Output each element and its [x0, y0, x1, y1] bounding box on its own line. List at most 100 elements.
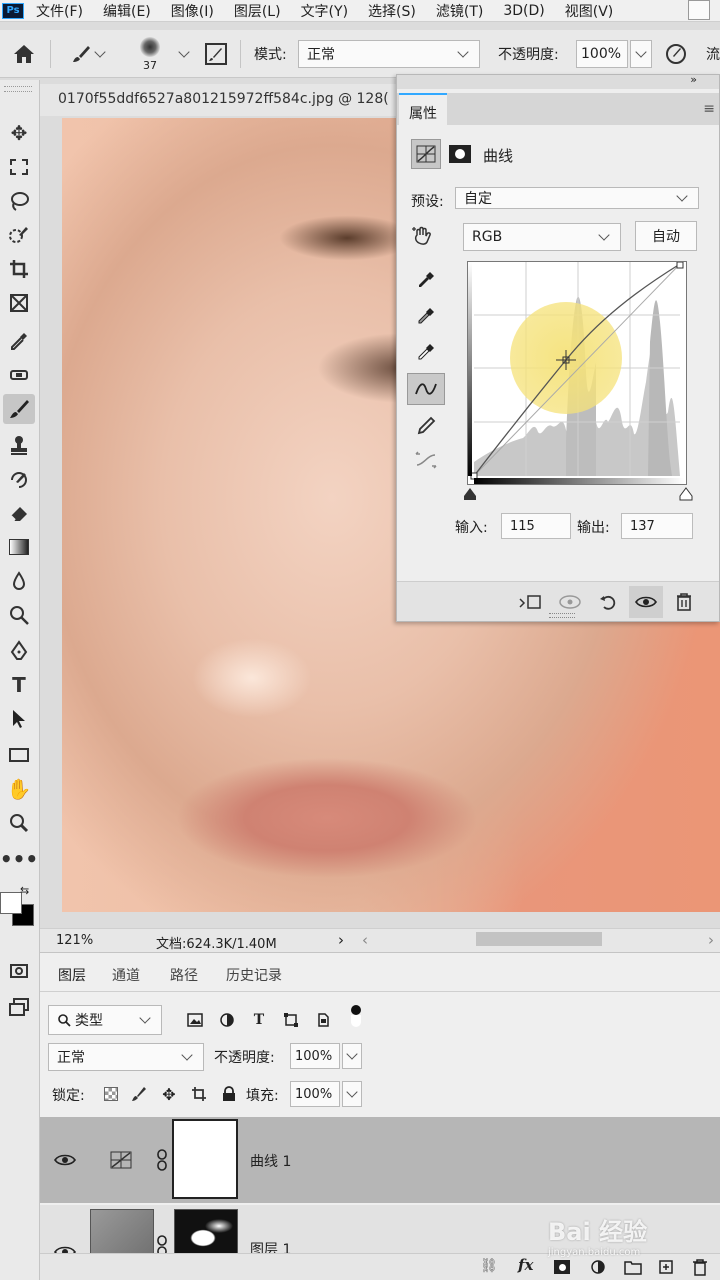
- on-image-adjust-button[interactable]: [409, 221, 439, 251]
- horizontal-scrollbar-thumb[interactable]: [476, 932, 602, 946]
- zoom-tool[interactable]: [3, 808, 35, 838]
- blend-mode-dropdown[interactable]: 正常: [48, 1043, 204, 1071]
- dodge-tool[interactable]: [3, 600, 35, 630]
- curves-graph[interactable]: [467, 261, 687, 485]
- window-control-button[interactable]: [688, 0, 710, 20]
- filter-smart-object-button[interactable]: [308, 1005, 338, 1035]
- panel-resize-grip[interactable]: [549, 613, 575, 618]
- quick-selection-tool[interactable]: [3, 220, 35, 250]
- blur-tool[interactable]: [3, 566, 35, 596]
- type-tool[interactable]: T: [3, 670, 35, 700]
- channel-dropdown[interactable]: RGB: [463, 223, 621, 251]
- filter-adjustment-button[interactable]: [212, 1005, 242, 1035]
- toggle-visibility-button[interactable]: [629, 586, 663, 618]
- swap-colors-icon[interactable]: ⇆: [20, 884, 29, 897]
- draw-curve-button[interactable]: [411, 411, 441, 441]
- edit-points-button[interactable]: [407, 373, 445, 405]
- filter-pixel-button[interactable]: [180, 1005, 210, 1035]
- black-point-eyedropper[interactable]: [411, 265, 441, 295]
- lock-position-button[interactable]: ✥: [154, 1079, 184, 1109]
- menu-layer[interactable]: 图层(L): [234, 1, 281, 21]
- eye-icon[interactable]: [54, 1153, 76, 1167]
- chain-link-icon[interactable]: [156, 1149, 168, 1171]
- menu-edit[interactable]: 编辑(E): [103, 1, 151, 21]
- output-field[interactable]: 137: [621, 513, 693, 539]
- fx-icon[interactable]: fx: [518, 1256, 533, 1274]
- auto-button[interactable]: 自动: [635, 221, 697, 251]
- mask-settings-button[interactable]: [445, 139, 475, 169]
- lock-transparent-button[interactable]: [96, 1079, 126, 1109]
- status-menu-arrow-icon[interactable]: ›: [338, 931, 344, 949]
- layer-opacity-slider-toggle[interactable]: [342, 1043, 362, 1069]
- panel-header[interactable]: »: [397, 73, 719, 89]
- brush-size-picker[interactable]: 37: [140, 30, 160, 78]
- white-point-handle[interactable]: [676, 262, 684, 269]
- crop-tool[interactable]: [3, 254, 35, 284]
- quick-mask-button[interactable]: [3, 956, 35, 986]
- smooth-curve-button[interactable]: [411, 445, 441, 475]
- tab-layers[interactable]: 图层: [48, 961, 96, 989]
- scroll-left-icon[interactable]: ‹: [362, 931, 368, 949]
- panel-menu-icon[interactable]: ≡: [703, 101, 715, 117]
- home-button[interactable]: [12, 30, 36, 78]
- menu-view[interactable]: 视图(V): [565, 1, 614, 21]
- link-layers-icon[interactable]: ⛓: [480, 1258, 498, 1274]
- menu-file[interactable]: 文件(F): [36, 1, 83, 21]
- hand-tool[interactable]: ✋: [3, 774, 35, 804]
- layer-row-curves[interactable]: 曲线 1: [40, 1117, 720, 1203]
- white-input-slider[interactable]: [679, 487, 693, 501]
- menu-image[interactable]: 图像(I): [171, 1, 214, 21]
- layer-filter-dropdown[interactable]: 类型: [48, 1005, 162, 1035]
- opacity-input[interactable]: 100%: [576, 40, 628, 68]
- gray-point-eyedropper[interactable]: [411, 301, 441, 331]
- filter-type-button[interactable]: T: [244, 1005, 274, 1035]
- rectangle-tool[interactable]: [3, 740, 35, 770]
- tab-channels[interactable]: 通道: [112, 961, 140, 989]
- foreground-color-swatch[interactable]: [0, 892, 22, 914]
- brush-preset-picker[interactable]: [70, 30, 108, 78]
- black-input-slider[interactable]: [463, 487, 477, 501]
- filter-toggle-switch[interactable]: [350, 1005, 362, 1029]
- history-brush-tool[interactable]: [3, 464, 35, 494]
- menu-3d[interactable]: 3D(D): [503, 3, 544, 19]
- opacity-slider-toggle[interactable]: [630, 40, 652, 68]
- edit-toolbar-button[interactable]: •••: [0, 844, 38, 874]
- white-point-eyedropper[interactable]: [411, 337, 441, 367]
- preset-dropdown[interactable]: 自定: [455, 187, 699, 209]
- pressure-opacity-toggle[interactable]: [664, 30, 688, 78]
- fill-slider-toggle[interactable]: [342, 1081, 362, 1107]
- frame-tool[interactable]: [3, 288, 35, 318]
- layer-name[interactable]: 曲线 1: [250, 1151, 291, 1171]
- delete-adjustment-button[interactable]: [669, 587, 699, 617]
- toolbar-grip[interactable]: [4, 86, 32, 92]
- eraser-tool[interactable]: [3, 498, 35, 528]
- mode-dropdown[interactable]: 正常: [298, 40, 480, 68]
- gradient-tool[interactable]: [3, 532, 35, 562]
- eyedropper-tool[interactable]: [3, 326, 35, 356]
- menu-select[interactable]: 选择(S): [368, 1, 416, 21]
- layer-opacity-input[interactable]: 100%: [290, 1043, 340, 1069]
- lock-all-button[interactable]: [214, 1079, 244, 1109]
- pen-tool[interactable]: [3, 636, 35, 666]
- tab-properties[interactable]: 属性: [399, 93, 447, 125]
- reset-button[interactable]: [593, 587, 623, 617]
- collapse-panel-icon[interactable]: »: [690, 73, 697, 86]
- menu-type[interactable]: 文字(Y): [301, 1, 348, 21]
- move-tool[interactable]: ✥: [3, 118, 35, 148]
- menu-filter[interactable]: 滤镜(T): [436, 1, 483, 21]
- healing-brush-tool[interactable]: [3, 360, 35, 390]
- layer-mask-thumbnail[interactable]: [172, 1119, 238, 1199]
- tab-history[interactable]: 历史记录: [226, 961, 282, 989]
- scroll-right-icon[interactable]: ›: [708, 931, 714, 949]
- brush-size-dropdown[interactable]: [176, 30, 192, 78]
- screen-mode-button[interactable]: [3, 992, 35, 1022]
- filter-shape-button[interactable]: [276, 1005, 306, 1035]
- zoom-level[interactable]: 121%: [56, 933, 93, 948]
- adjustment-settings-button[interactable]: [411, 139, 441, 169]
- clip-to-layer-button[interactable]: [515, 587, 545, 617]
- marquee-tool[interactable]: [3, 152, 35, 182]
- document-size-info[interactable]: 文档:624.3K/1.40M: [156, 933, 277, 952]
- document-tab[interactable]: 0170f55ddf6527a801215972ff584c.jpg @ 128…: [40, 84, 400, 116]
- brush-tool[interactable]: [3, 394, 35, 424]
- clone-stamp-tool[interactable]: [3, 430, 35, 460]
